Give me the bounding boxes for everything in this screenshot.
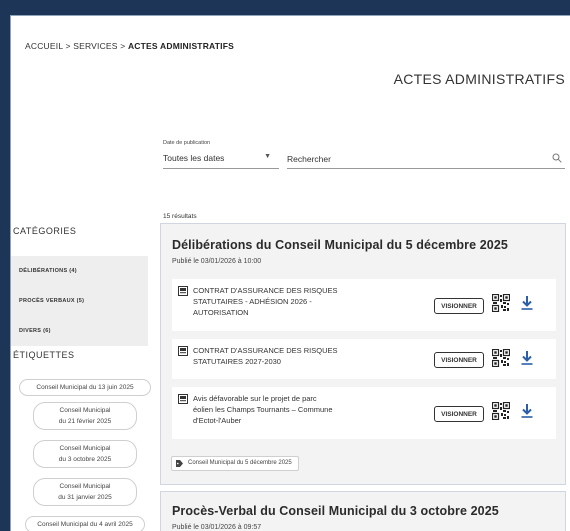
view-button[interactable]: VISIONNER bbox=[434, 406, 484, 422]
document-title-line: STATUTAIRES - ADHÉSION 2026 - bbox=[193, 297, 312, 306]
download-icon[interactable] bbox=[521, 404, 533, 418]
breadcrumb-home[interactable]: ACCUEIL bbox=[25, 41, 63, 51]
view-button[interactable]: VISIONNER bbox=[434, 298, 484, 314]
pdf-icon bbox=[178, 286, 188, 296]
card-title[interactable]: Procès-Verbal du Conseil Municipal du 3 … bbox=[172, 504, 499, 518]
date-filter-select[interactable]: Toutes les dates ▼ bbox=[163, 150, 279, 169]
pdf-icon bbox=[178, 394, 188, 404]
tag-label: Conseil Municipal bbox=[59, 407, 111, 414]
tag-chip[interactable]: Conseil Municipal du 13 juin 2025 bbox=[19, 379, 151, 396]
tag-chip[interactable]: Conseil Municipal du 4 avril 2025 bbox=[25, 516, 145, 531]
search-input[interactable] bbox=[287, 150, 565, 169]
tag-label: Conseil Municipal du 13 juin 2025 bbox=[36, 384, 134, 391]
view-button[interactable]: VISIONNER bbox=[434, 352, 484, 368]
tag-chip[interactable]: Conseil Municipal du 3 octobre 2025 bbox=[33, 440, 137, 468]
document-title-line: AUTORISATION bbox=[193, 308, 249, 317]
document-row: CONTRAT D'ASSURANCE DES RISQUES STATUTAI… bbox=[172, 279, 556, 331]
category-list: DÉLIBÉRATIONS (4) PROCÈS VERBAUX (5) DIV… bbox=[11, 256, 148, 346]
breadcrumb-current: ACTES ADMINISTRATIFS bbox=[127, 41, 234, 51]
qr-code-icon[interactable] bbox=[492, 349, 510, 367]
page-content: ACCUEIL > SERVICES > ACTES ADMINISTRATIF… bbox=[10, 15, 570, 531]
qr-code-icon[interactable] bbox=[492, 294, 510, 312]
tag-icon bbox=[176, 460, 183, 467]
document-row: Avis défavorable sur le projet de parc é… bbox=[172, 387, 556, 439]
card-tag[interactable]: Conseil Municipal du 5 décembre 2025 bbox=[171, 456, 299, 471]
publication-card: Délibérations du Conseil Municipal du 5 … bbox=[160, 223, 566, 485]
publication-card: Procès-Verbal du Conseil Municipal du 3 … bbox=[160, 491, 566, 531]
document-row: CONTRAT D'ASSURANCE DES RISQUES STATUTAI… bbox=[172, 339, 556, 379]
page-title: ACTES ADMINISTRATIFS bbox=[393, 71, 565, 87]
tag-label: du 31 janvier 2025 bbox=[58, 494, 112, 501]
breadcrumb-separator: > bbox=[65, 41, 71, 51]
breadcrumb-separator: > bbox=[120, 41, 126, 51]
document-title: CONTRAT D'ASSURANCE DES RISQUES STATUTAI… bbox=[193, 285, 338, 318]
document-title-line: Avis défavorable sur le projet de parc bbox=[193, 394, 317, 403]
tag-label: du 21 février 2025 bbox=[58, 418, 112, 425]
tag-label: du 3 octobre 2025 bbox=[58, 456, 112, 463]
tag-chip[interactable]: Conseil Municipal du 31 janvier 2025 bbox=[33, 478, 137, 506]
search-icon[interactable] bbox=[552, 153, 562, 163]
category-item[interactable]: DIVERS (6) bbox=[11, 316, 148, 346]
breadcrumb: ACCUEIL > SERVICES > ACTES ADMINISTRATIF… bbox=[25, 41, 234, 51]
tag-chip[interactable]: Conseil Municipal du 21 février 2025 bbox=[33, 402, 137, 430]
tag-label: Conseil Municipal bbox=[59, 483, 111, 490]
download-icon[interactable] bbox=[521, 296, 533, 310]
tag-label: Conseil Municipal du 4 avril 2025 bbox=[37, 521, 133, 528]
document-title-line: CONTRAT D'ASSURANCE DES RISQUES bbox=[193, 286, 338, 295]
card-tag-label: Conseil Municipal du 5 décembre 2025 bbox=[188, 460, 292, 466]
download-icon[interactable] bbox=[521, 351, 533, 365]
category-item[interactable]: DÉLIBÉRATIONS (4) bbox=[11, 256, 148, 286]
pdf-icon bbox=[178, 346, 188, 356]
date-filter-label: Date de publication bbox=[163, 140, 211, 146]
document-title: Avis défavorable sur le projet de parc é… bbox=[193, 393, 333, 426]
category-item[interactable]: PROCÈS VERBAUX (5) bbox=[11, 286, 148, 316]
card-title[interactable]: Délibérations du Conseil Municipal du 5 … bbox=[172, 238, 508, 252]
card-date: Publié le 03/01/2026 à 10:00 bbox=[172, 258, 262, 265]
results-count: 15 résultats bbox=[163, 213, 197, 220]
date-filter-value: Toutes les dates bbox=[163, 153, 225, 163]
breadcrumb-services[interactable]: SERVICES bbox=[73, 41, 117, 51]
caret-down-icon: ▼ bbox=[264, 153, 271, 160]
document-title-line: éolien les Champs Tournants – Commune bbox=[193, 405, 333, 414]
document-title: CONTRAT D'ASSURANCE DES RISQUES STATUTAI… bbox=[193, 345, 338, 367]
document-title-line: d'Ectot-l'Auber bbox=[193, 416, 242, 425]
qr-code-icon[interactable] bbox=[492, 402, 510, 420]
document-title-line: CONTRAT D'ASSURANCE DES RISQUES bbox=[193, 346, 338, 355]
categories-title: CATÉGORIES bbox=[13, 226, 77, 236]
tags-title: ÉTIQUETTES bbox=[13, 350, 75, 360]
tag-label: Conseil Municipal bbox=[59, 445, 111, 452]
document-title-line: STATUTAIRES 2027-2030 bbox=[193, 357, 281, 366]
